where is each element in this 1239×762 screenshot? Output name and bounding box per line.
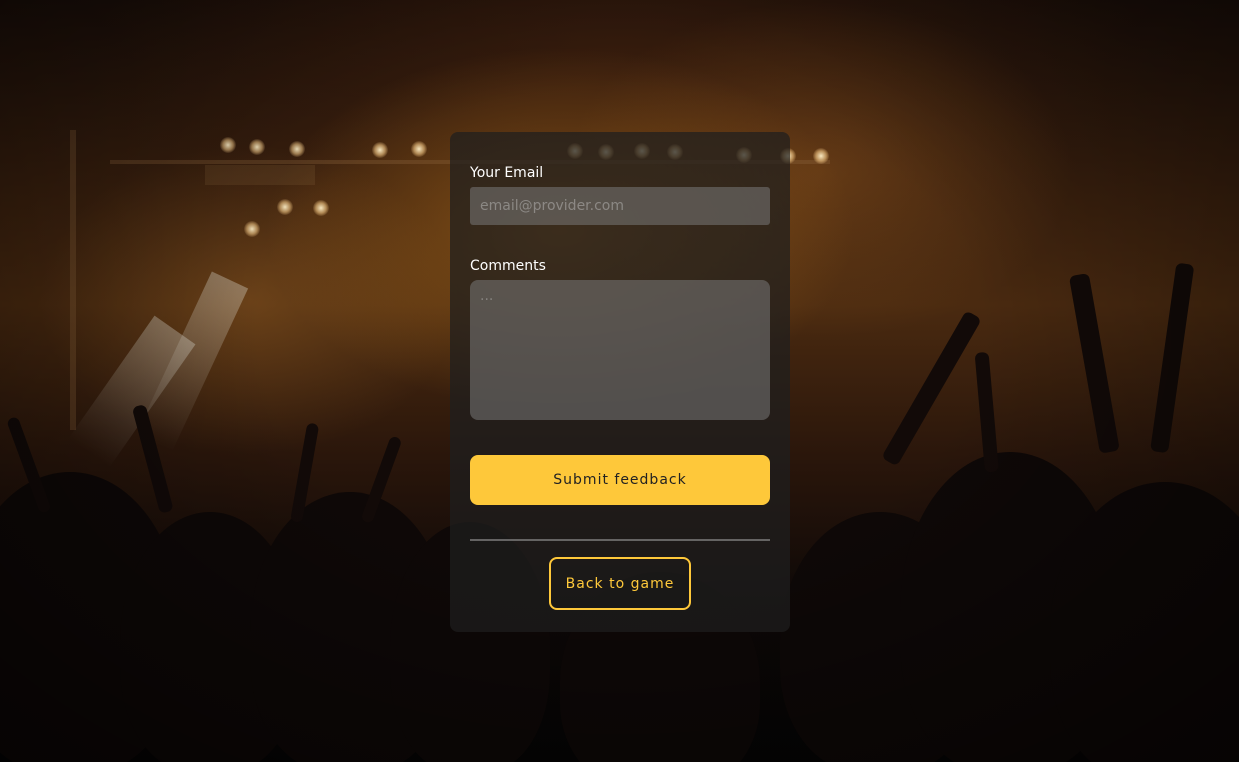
email-label: Your Email <box>470 165 544 181</box>
comments-label: Comments <box>470 258 546 274</box>
submit-feedback-button[interactable]: Submit feedback <box>470 455 770 505</box>
feedback-form-panel: Your Email Comments Submit feedback Back… <box>450 132 790 632</box>
back-to-game-button[interactable]: Back to game <box>549 557 691 610</box>
divider <box>470 539 770 541</box>
comments-textarea[interactable] <box>470 280 770 420</box>
email-input[interactable] <box>470 187 770 225</box>
